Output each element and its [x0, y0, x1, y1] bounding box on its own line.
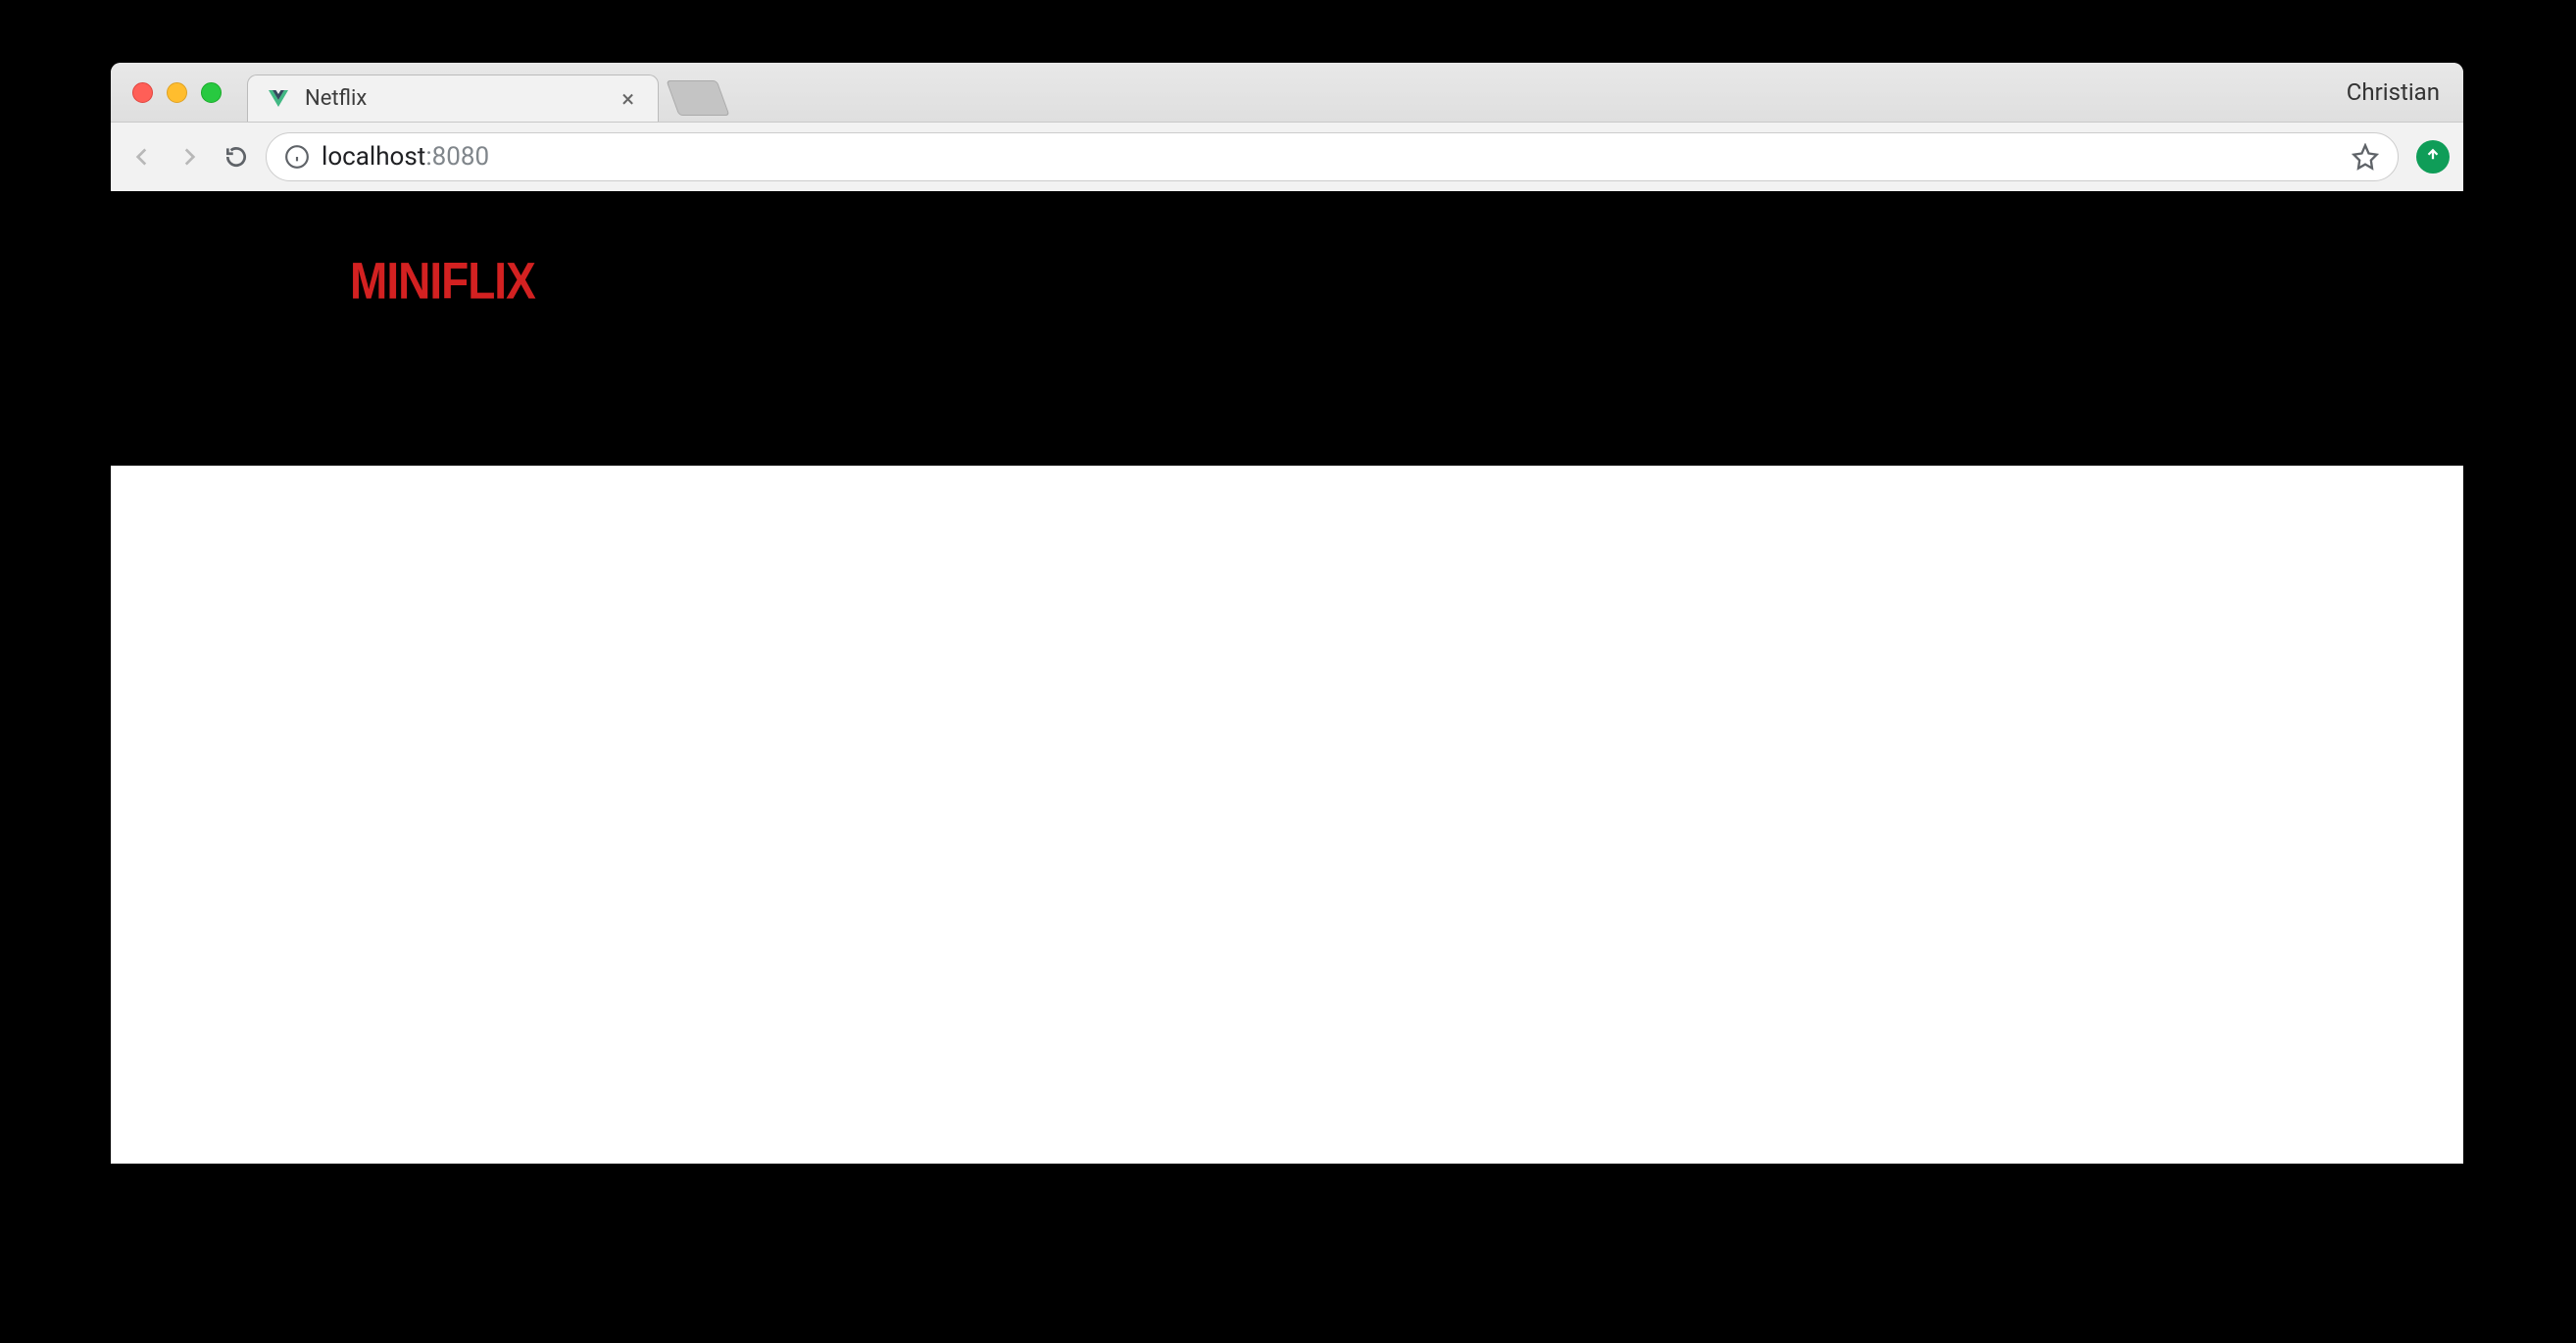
reload-button[interactable] [219, 139, 254, 174]
traffic-lights [124, 63, 229, 122]
window-close-button[interactable] [132, 82, 153, 103]
tab-bar: Netflix × Christian [111, 63, 2463, 122]
browser-tab[interactable]: Netflix × [247, 75, 659, 122]
bookmark-star-icon[interactable] [2351, 142, 2380, 172]
url-host: localhost [322, 142, 425, 172]
url-text: localhost:8080 [322, 142, 2339, 172]
tab-close-icon[interactable]: × [616, 87, 640, 111]
site-header: MINIFLIX [111, 191, 2463, 370]
new-tab-button[interactable] [666, 80, 729, 116]
tab-title: Netflix [305, 86, 616, 111]
page-content: MINIFLIX [111, 191, 2463, 466]
site-info-icon[interactable] [284, 144, 310, 170]
extension-icon[interactable] [2416, 140, 2450, 174]
back-button[interactable] [124, 139, 160, 174]
window-maximize-button[interactable] [201, 82, 222, 103]
forward-button[interactable] [172, 139, 207, 174]
page-body [111, 466, 2463, 1164]
vue-favicon-icon [266, 86, 291, 112]
browser-chrome: Netflix × Christian [111, 63, 2463, 191]
miniflix-logo: MINIFLIX [350, 250, 535, 311]
profile-name[interactable]: Christian [2347, 78, 2450, 106]
url-port: :8080 [425, 142, 489, 172]
window-minimize-button[interactable] [167, 82, 187, 103]
address-bar-row: localhost:8080 [111, 122, 2463, 191]
browser-window: Netflix × Christian [111, 63, 2463, 1164]
address-bar[interactable]: localhost:8080 [266, 132, 2399, 181]
